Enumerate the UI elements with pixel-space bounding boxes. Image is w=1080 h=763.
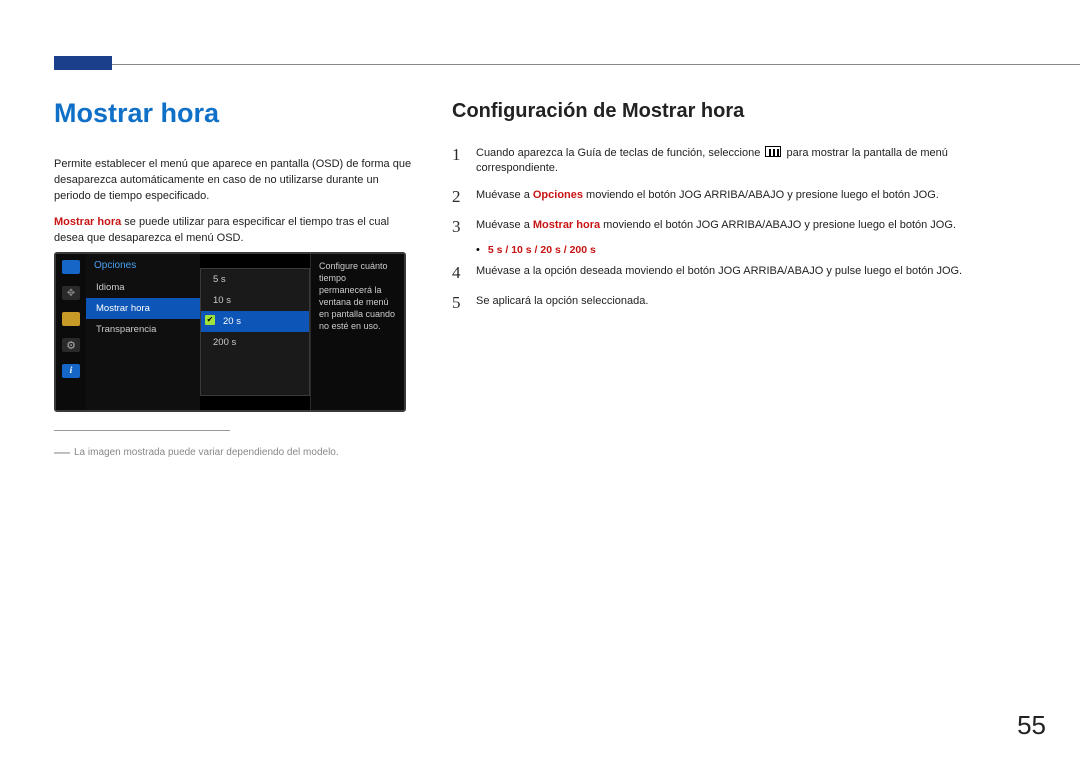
section-title: Configuración de Mostrar hora — [452, 100, 744, 123]
osd-opt-5s: 5 s — [201, 269, 309, 290]
osd-opt-200s: 200 s — [201, 332, 309, 353]
monitor-icon — [62, 260, 80, 274]
page-number: 55 — [1017, 710, 1046, 741]
osd-opt-10s: 10 s — [201, 290, 309, 311]
intro-p2: Mostrar hora se puede utilizar para espe… — [54, 214, 412, 246]
intro-p1: Permite establecer el menú que aparece e… — [54, 156, 412, 204]
header-rule — [54, 64, 1080, 65]
step-3: 3 Muévase a Mostrar hora moviendo el bot… — [452, 218, 1026, 236]
step-4: 4 Muévase a la opción deseada moviendo e… — [452, 264, 1026, 282]
page-title: Mostrar hora — [54, 98, 219, 129]
osd-screenshot: ✥ ⚙ i Opciones Idioma Mostrar hora Trans… — [54, 252, 406, 412]
intro-block: Permite establecer el menú que aparece e… — [54, 156, 412, 246]
footnote-dash: ― — [54, 444, 70, 461]
osd-menu: Opciones Idioma Mostrar hora Transparenc… — [86, 254, 200, 410]
osd-item-mostrar-hora: Mostrar hora — [86, 298, 200, 319]
info-icon: i — [62, 364, 80, 378]
osd-menu-header: Opciones — [86, 256, 200, 277]
osd-opt-20s: 20 s — [201, 311, 309, 332]
steps-list: 1 Cuando aparezca la Guía de teclas de f… — [452, 146, 1026, 324]
step-1: 1 Cuando aparezca la Guía de teclas de f… — [452, 146, 1026, 176]
osd-item-idioma: Idioma — [86, 277, 200, 298]
osd-item-transparencia: Transparencia — [86, 319, 200, 340]
intro-highlight: Mostrar hora — [54, 216, 121, 228]
eq-icon — [62, 312, 80, 326]
step-2: 2 Muévase a Opciones moviendo el botón J… — [452, 188, 1026, 206]
step-5: 5 Se aplicará la opción seleccionada. — [452, 294, 1026, 312]
move-icon: ✥ — [62, 286, 80, 300]
gear-icon: ⚙ — [62, 338, 80, 352]
osd-description: Configure cuánto tiempo permanecerá la v… — [310, 254, 404, 410]
footnote: ―La imagen mostrada puede variar dependi… — [54, 444, 414, 462]
options-bullet: •5 s / 10 s / 20 s / 200 s — [476, 244, 1026, 256]
footnote-rule — [54, 430, 230, 431]
osd-icon-rail: ✥ ⚙ i — [56, 254, 86, 410]
osd-submenu: 5 s 10 s 20 s 200 s — [200, 268, 310, 396]
menu-icon — [765, 146, 781, 157]
header-accent — [54, 56, 112, 70]
